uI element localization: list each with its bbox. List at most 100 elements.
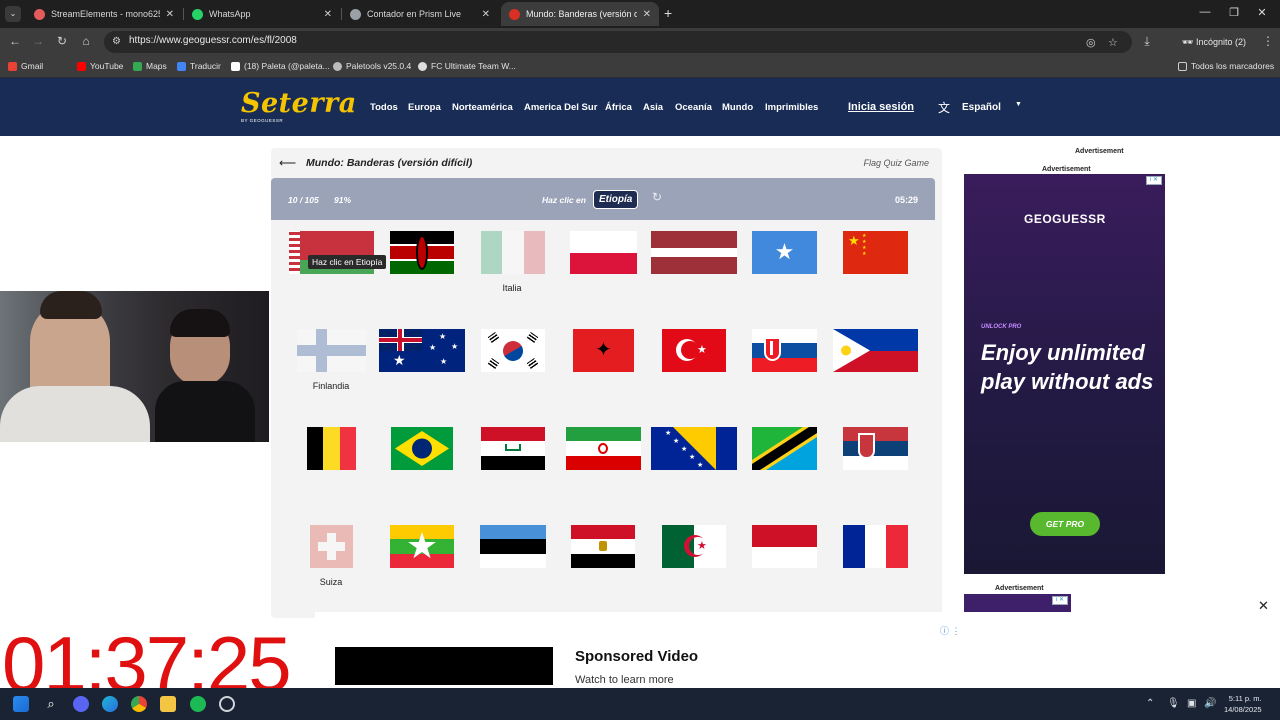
flag-kenya[interactable] xyxy=(390,231,454,274)
flag-france[interactable] xyxy=(843,525,908,568)
folder-icon[interactable] xyxy=(160,696,176,712)
obs-icon[interactable] xyxy=(219,696,235,712)
minimize-icon[interactable]: — xyxy=(1195,6,1215,18)
flag-belgium[interactable] xyxy=(307,427,356,470)
window-close-icon[interactable]: ✕ xyxy=(1252,6,1272,19)
close-icon[interactable]: ✕ xyxy=(482,9,490,20)
bookmark-translate[interactable]: Traducir xyxy=(177,61,221,71)
nav-todos[interactable]: Todos xyxy=(370,102,398,113)
microphone-icon[interactable]: 🎙 xyxy=(1167,698,1180,709)
flag-serbia[interactable] xyxy=(843,427,908,470)
flag-south-korea[interactable] xyxy=(481,329,545,372)
volume-icon[interactable]: 🔊 xyxy=(1204,698,1216,709)
seterra-logo[interactable]: Seterra xyxy=(241,88,357,119)
flag-iraq[interactable] xyxy=(481,427,545,470)
flag-indonesia[interactable] xyxy=(752,525,817,568)
star-icon[interactable]: ☆ xyxy=(1108,36,1118,49)
close-icon[interactable]: ✕ xyxy=(643,9,651,20)
flag-poland[interactable] xyxy=(570,231,637,274)
chrome-icon[interactable] xyxy=(131,696,147,712)
language-select[interactable]: Español xyxy=(962,102,1001,113)
chevron-down-icon[interactable]: ▼ xyxy=(1015,101,1022,108)
ad-choices-icon[interactable]: i ✕ xyxy=(1052,596,1068,605)
bottom-video-ad[interactable]: Sponsored Video Watch to learn more ⓘ ⋮ … xyxy=(315,598,1280,688)
spotify-icon[interactable] xyxy=(190,696,206,712)
chevron-up-icon[interactable]: ⌃ xyxy=(1146,698,1154,709)
nav-asia[interactable]: Asia xyxy=(643,102,663,113)
network-icon[interactable]: ▣ xyxy=(1187,698,1196,709)
back-arrow-icon[interactable]: ⟵ xyxy=(279,156,296,170)
bookmark-x-paleta[interactable]: (18) Paleta (@paleta... xyxy=(231,61,330,71)
new-tab-button[interactable]: + xyxy=(664,5,672,21)
all-bookmarks[interactable]: Todos los marcadores xyxy=(1178,61,1274,71)
flag-bosnia[interactable]: ★ ★ ★ ★ ★ xyxy=(651,427,737,470)
info-icon[interactable]: ⓘ ⋮ xyxy=(940,624,961,637)
nav-africa[interactable]: África xyxy=(605,102,632,113)
login-link[interactable]: Inicia sesión xyxy=(848,101,914,113)
flag-somalia[interactable]: ★ xyxy=(752,231,817,274)
restart-icon[interactable]: ↻ xyxy=(652,190,662,204)
bookmark-youtube[interactable]: YouTube xyxy=(77,61,123,71)
close-icon[interactable]: ✕ xyxy=(166,9,174,20)
bookmark-fc-ultimate[interactable]: FC Ultimate Team W... xyxy=(418,61,516,71)
small-ad-banner[interactable]: i ✕ xyxy=(964,594,1071,612)
search-icon[interactable]: ⌕ xyxy=(43,696,59,712)
flag-turkey[interactable]: ★ xyxy=(662,329,726,372)
incognito-profile[interactable]: 🕶 Incógnito (2) xyxy=(1176,32,1252,52)
nav-imprimibles[interactable]: Imprimibles xyxy=(765,102,818,113)
taskbar-clock[interactable]: 5:11 p. m. 14/08/2025 xyxy=(1224,693,1262,715)
youtube-icon xyxy=(77,61,86,71)
tab-seterra[interactable]: Mundo: Banderas (versión difíc ✕ xyxy=(501,2,659,26)
nav-mundo[interactable]: Mundo xyxy=(722,102,753,113)
bookmark-maps[interactable]: Maps xyxy=(133,61,167,71)
bookmark-paletools[interactable]: Paletools v25.0.4 xyxy=(333,61,411,71)
bookmark-gmail[interactable]: Gmail xyxy=(8,61,43,71)
nav-oceania[interactable]: Oceanía xyxy=(675,102,712,113)
flag-china[interactable]: ★ ★ ★ ★ ★ xyxy=(843,231,908,274)
ad-video[interactable] xyxy=(335,647,553,685)
forward-icon[interactable]: → xyxy=(30,34,46,48)
flag-brazil[interactable] xyxy=(391,427,453,470)
nav-europa[interactable]: Europa xyxy=(408,102,441,113)
flag-italy[interactable] xyxy=(481,231,545,274)
close-icon[interactable]: ✕ xyxy=(324,9,332,20)
home-icon[interactable]: ⌂ xyxy=(78,34,94,48)
ad-choices-icon[interactable]: i ✕ xyxy=(1146,176,1162,185)
discord-icon[interactable] xyxy=(73,696,89,712)
flag-algeria[interactable]: ★ xyxy=(662,525,726,568)
flag-iran[interactable] xyxy=(566,427,641,470)
flag-australia[interactable]: ★ ★ ★ ★ ★ xyxy=(379,329,465,372)
flag-myanmar[interactable]: ★ xyxy=(390,525,454,568)
globe-icon xyxy=(350,8,361,20)
get-pro-button[interactable]: GET PRO xyxy=(1030,512,1100,536)
address-bar[interactable]: ⚙ https://www.geoguessr.com/es/fl/2008 ◎… xyxy=(104,31,1132,53)
back-icon[interactable]: ← xyxy=(7,34,23,48)
flag-egypt[interactable] xyxy=(571,525,635,568)
edge-icon[interactable] xyxy=(102,696,118,712)
more-icon[interactable]: ⋮ xyxy=(1262,34,1274,48)
flag-switzerland[interactable] xyxy=(310,525,353,568)
webcam-overlay xyxy=(0,291,269,442)
eye-off-icon[interactable]: ◎ xyxy=(1086,36,1096,49)
flag-slovakia[interactable] xyxy=(752,329,817,372)
flag-tanzania[interactable] xyxy=(752,427,817,470)
flag-estonia[interactable] xyxy=(480,525,546,568)
tab-prism-live[interactable]: Contador en Prism Live ✕ xyxy=(342,2,498,26)
flag-albania[interactable]: ✦ xyxy=(573,329,634,372)
download-icon[interactable]: ⤓ xyxy=(1139,34,1155,49)
windows-start-icon[interactable] xyxy=(13,696,29,712)
flag-finland[interactable] xyxy=(297,329,366,372)
tab-search-icon[interactable]: ⌄ xyxy=(5,6,21,22)
close-icon[interactable]: ✕ xyxy=(1258,598,1269,614)
maps-icon xyxy=(133,61,142,71)
right-ad-banner[interactable]: i ✕ GEOGUESSR UNLOCK PRO Enjoy unlimited… xyxy=(964,174,1165,574)
reload-icon[interactable]: ↻ xyxy=(54,34,70,48)
flag-philippines[interactable] xyxy=(833,329,918,372)
site-info-icon[interactable]: ⚙ xyxy=(112,36,121,47)
nav-norteamerica[interactable]: Norteamérica xyxy=(452,102,513,113)
tab-whatsapp[interactable]: WhatsApp ✕ xyxy=(184,2,340,26)
nav-america-del-sur[interactable]: America Del Sur xyxy=(524,102,597,113)
tab-streamelements[interactable]: StreamElements - mono625 ✕ xyxy=(26,2,182,26)
restore-icon[interactable]: ❐ xyxy=(1224,6,1244,19)
flag-latvia[interactable] xyxy=(651,231,737,274)
